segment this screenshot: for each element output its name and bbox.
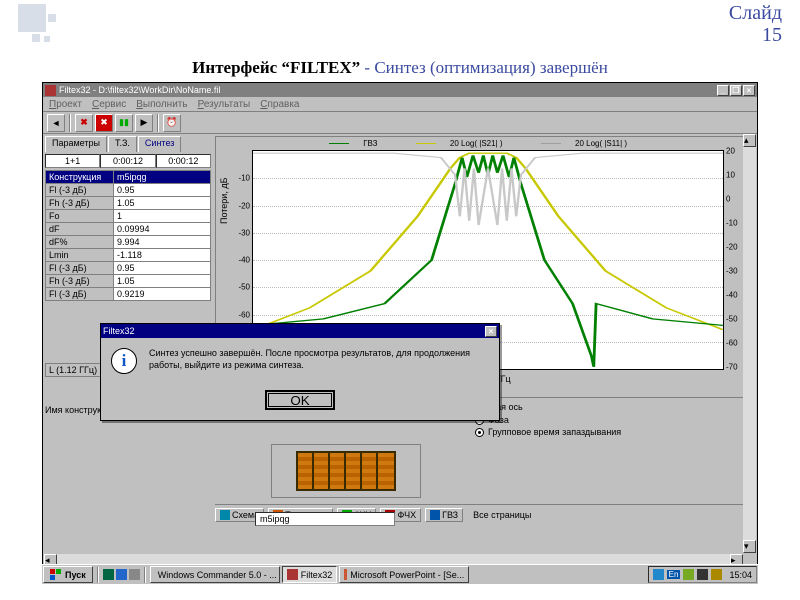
ok-button[interactable]: OK [265,390,335,410]
tab-synthesis[interactable]: Синтез [138,136,181,152]
table-row[interactable]: dF%9.994 [46,236,211,249]
tray-icon[interactable] [683,569,694,580]
axis-options: Правая ось Фаза Групповое время запаздыв… [475,402,745,438]
param-val: 1 [114,210,211,223]
radio-phase[interactable]: Фаза [475,414,745,426]
quicklaunch-icon[interactable] [103,569,114,580]
tool-back-icon[interactable]: ◄ [47,114,65,132]
param-key: Fh (-3 дБ) [46,197,114,210]
task-powerpoint[interactable]: Microsoft PowerPoint - [Se... [339,566,469,583]
param-val: m5ipqg [114,171,211,184]
tool-stop-icon[interactable]: ✖ [75,114,93,132]
param-key: Конструкция [46,171,114,184]
param-val: 0.9219 [114,288,211,301]
table-row[interactable]: Fh (-3 дБ)1.05 [46,197,211,210]
param-val: 0.95 [114,262,211,275]
minimize-button[interactable]: _ [717,85,729,96]
info-icon [111,348,137,374]
counter-time-2: 0:00:12 [156,154,211,168]
taskbar: Пуск Windows Commander 5.0 - ... Filtex3… [42,564,758,584]
table-row[interactable]: Fl (-3 дБ)0.9219 [46,288,211,301]
app-icon [45,85,56,96]
tab-params[interactable]: Параметры [45,136,107,152]
tool-clock-icon[interactable]: ⏰ [163,114,181,132]
chart-ylabel-left: Потери, дБ [219,178,229,225]
counter-time-1: 0:00:12 [100,154,155,168]
table-row[interactable]: Fo1 [46,210,211,223]
tool-record-icon[interactable]: ✖ [95,114,113,132]
param-key: Fl (-3 дБ) [46,288,114,301]
table-row[interactable]: Fl (-3 дБ)0.95 [46,184,211,197]
toolbar: ◄ ✖ ✖ ▮▮ ▶ ⏰ [43,112,757,134]
quicklaunch-icon[interactable] [129,569,140,580]
menu-results[interactable]: Результаты [198,99,251,110]
table-row[interactable]: dF0.09994 [46,223,211,236]
param-val: 0.95 [114,184,211,197]
left-tabs: Параметры Т.З. Синтез [45,136,211,152]
window-title: Filtex32 - D:\filtex32\WorkDir\NoName.fi… [59,85,717,95]
param-val: 0.09994 [114,223,211,236]
system-tray: En 15:04 [648,566,757,583]
counter-iterations: 1+1 [45,154,100,168]
tray-icon[interactable] [653,569,664,580]
language-indicator[interactable]: En [667,570,681,579]
close-button[interactable]: × [743,85,755,96]
quicklaunch-icon[interactable] [116,569,127,580]
slide-number: Слайд15 [729,2,782,46]
table-row[interactable]: Lmin-1.118 [46,249,211,262]
scroll-up-icon[interactable]: ▴ [743,134,756,147]
windows-logo-icon [50,569,62,581]
param-val: 1.05 [114,197,211,210]
info-dialog: Filtex32 × Синтез успешно завершён. Посл… [100,323,500,421]
axis-options-header: Правая ось [475,402,745,412]
param-key: Lmin [46,249,114,262]
dialog-close-button[interactable]: × [485,326,497,337]
parameters-table: Конструкцияm5ipqgFl (-3 дБ)0.95Fh (-3 дБ… [45,170,211,301]
table-row[interactable]: Fl (-3 дБ)0.95 [46,262,211,275]
scroll-down-icon[interactable]: ▾ [743,540,756,553]
param-key: Fl (-3 дБ) [46,184,114,197]
param-val: -1.118 [114,249,211,262]
status-name-bar: m5ipqg [45,511,753,527]
radio-group-delay[interactable]: Групповое время запаздывания [475,426,745,438]
param-key: Fh (-3 дБ) [46,275,114,288]
slide-title: Интерфейс “FILTEX” - Синтез (оптимизация… [0,58,800,78]
chart-legend: ГВЗ 20 Log( |S21| ) 20 Log( |S11| ) [216,137,752,150]
construction-name-field[interactable]: m5ipqg [255,512,395,526]
tray-icon[interactable] [711,569,722,580]
dialog-title: Filtex32 [103,326,485,336]
param-val: 9.994 [114,236,211,249]
maximize-button[interactable]: ❐ [730,85,742,96]
param-key: dF% [46,236,114,249]
param-key: Fl (-3 дБ) [46,262,114,275]
dialog-titlebar[interactable]: Filtex32 × [101,324,499,338]
dialog-text: Синтез успешно завершён. После просмотра… [149,348,489,371]
tool-play-icon[interactable]: ▶ [135,114,153,132]
scrollbar-vertical[interactable]: ▴ ▾ [743,134,756,553]
param-val: 1.05 [114,275,211,288]
task-wincommander[interactable]: Windows Commander 5.0 - ... [150,566,280,583]
param-key: Fo [46,210,114,223]
task-filtex[interactable]: Filtex32 [282,566,338,583]
menu-bar: Проект Сервис Выполнить Результаты Справ… [43,97,757,112]
clock[interactable]: 15:04 [729,570,752,580]
topology-schematic [271,444,421,498]
counters-row: 1+1 0:00:12 0:00:12 [45,154,211,168]
menu-run[interactable]: Выполнить [136,99,187,110]
tool-pause-icon[interactable]: ▮▮ [115,114,133,132]
table-row[interactable]: Конструкцияm5ipqg [46,171,211,184]
window-titlebar[interactable]: Filtex32 - D:\filtex32\WorkDir\NoName.fi… [43,83,757,97]
tab-tz[interactable]: Т.З. [108,136,137,152]
tray-icon[interactable] [697,569,708,580]
start-button[interactable]: Пуск [43,566,93,583]
menu-help[interactable]: Справка [260,99,299,110]
menu-service[interactable]: Сервис [92,99,126,110]
param-key: dF [46,223,114,236]
menu-project[interactable]: Проект [49,99,82,110]
table-row[interactable]: Fh (-3 дБ)1.05 [46,275,211,288]
